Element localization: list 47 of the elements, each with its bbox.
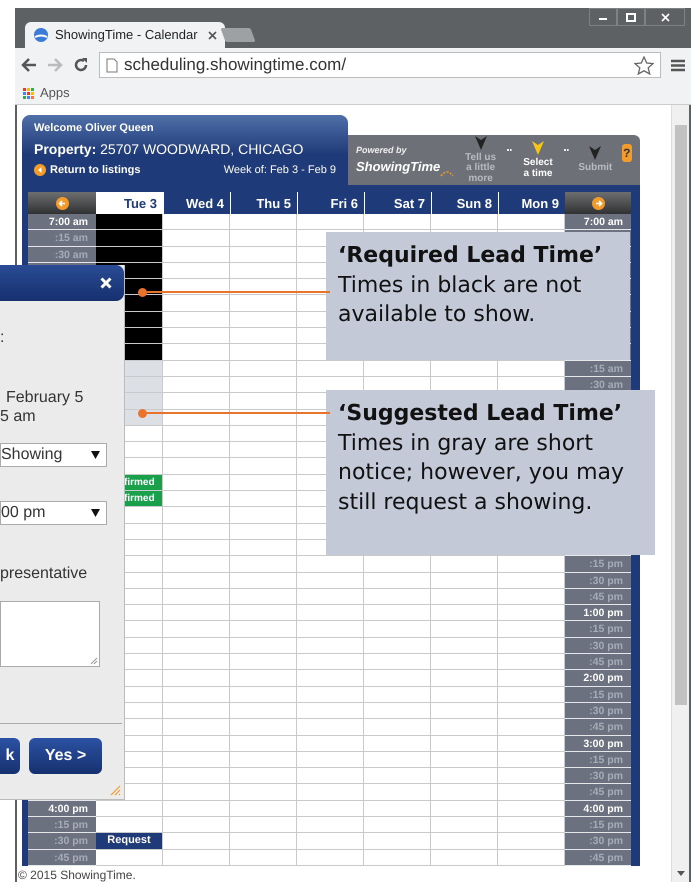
time-label: :15 pm bbox=[565, 556, 631, 573]
tab-title: ShowingTime - Calendar bbox=[55, 26, 199, 44]
time-label: :30 pm bbox=[565, 638, 631, 654]
time-label: 7:00 am bbox=[28, 214, 96, 230]
url-text: scheduling.showingtime.com/ bbox=[124, 54, 348, 76]
callout-title: ‘Required Lead Time’ bbox=[338, 242, 604, 270]
time-label: :30 pm bbox=[565, 833, 631, 850]
time-label: :15 pm bbox=[28, 816, 96, 834]
time-label: :45 pm bbox=[28, 850, 96, 866]
powered-by-text: Powered by bbox=[356, 144, 408, 157]
week-text: Week of: Feb 3 - Feb 9 bbox=[224, 162, 336, 178]
time-label: :15 am bbox=[565, 360, 631, 377]
time-label: :30 am bbox=[28, 246, 96, 263]
welcome-text: Welcome Oliver Queen bbox=[34, 121, 155, 136]
time-label: 4:00 pm bbox=[28, 800, 96, 817]
time-text: 5 am bbox=[0, 408, 37, 426]
callout-text: Times in black are not available to show. bbox=[338, 272, 582, 330]
callout-text: Times in gray are short notice; however, you may still request a showing. bbox=[338, 430, 626, 517]
step-label: Tell us a little more bbox=[464, 152, 498, 184]
time-label: :15 pm bbox=[565, 686, 631, 703]
time-label: 2:00 pm bbox=[565, 670, 631, 687]
time-label: :30 pm bbox=[565, 572, 631, 589]
time-label: :45 pm bbox=[565, 784, 631, 801]
time-label: :30 pm bbox=[565, 768, 631, 784]
time-label: :45 pm bbox=[565, 719, 631, 736]
step-label: Select a time bbox=[522, 158, 554, 179]
property-text: Property: 25707 WOODWARD, CHICAGO bbox=[34, 140, 304, 159]
field-label: : bbox=[0, 329, 6, 348]
time-label: :45 pm bbox=[565, 654, 631, 670]
time-label: :15 am bbox=[28, 230, 96, 247]
time-label: 4:00 pm bbox=[565, 800, 631, 817]
time-label: :30 pm bbox=[28, 833, 96, 850]
copyright-text: © 2015 ShowingTime. bbox=[18, 868, 136, 882]
field-label: presentative bbox=[0, 565, 88, 584]
time-label: 7:00 am bbox=[565, 214, 631, 230]
time-label: :45 pm bbox=[565, 588, 631, 606]
time-label: :15 pm bbox=[565, 816, 631, 834]
step-label: Submit bbox=[578, 163, 612, 174]
time-label: 3:00 pm bbox=[565, 736, 631, 752]
brand-name: ShowingTime bbox=[356, 158, 440, 176]
callout-title: ‘Suggested Lead Time’ bbox=[338, 400, 624, 428]
time-label: :15 pm bbox=[565, 752, 631, 768]
time-label: 1:00 pm bbox=[565, 605, 631, 622]
time-label: :45 pm bbox=[565, 850, 631, 866]
date-text: February 5 bbox=[6, 389, 84, 408]
time-label: :30 pm bbox=[565, 702, 631, 720]
time-label: :15 pm bbox=[565, 621, 631, 638]
